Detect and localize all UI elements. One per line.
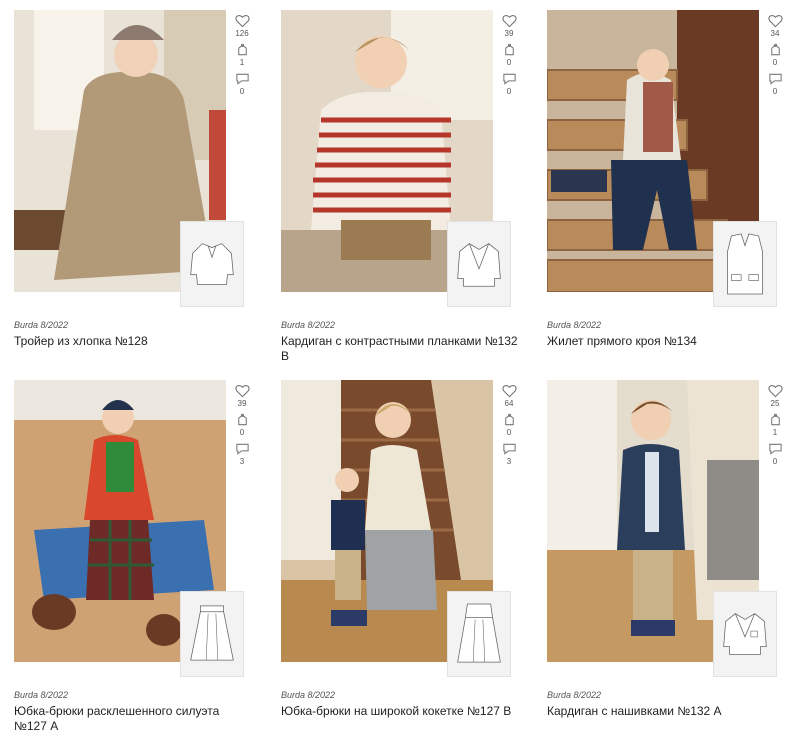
like-count: 39 (237, 399, 247, 408)
stats-column: 39 0 0 (499, 14, 519, 101)
comment-count: 0 (239, 87, 245, 96)
culottes-sketch-icon (190, 605, 234, 661)
pattern-title-link[interactable]: Жилет прямого кроя №134 (547, 334, 787, 349)
comment-count: 3 (239, 457, 245, 466)
stats-column: 126 1 0 (232, 14, 252, 101)
like-stat: 39 (232, 384, 252, 409)
pattern-sketch[interactable] (713, 591, 777, 677)
comment-stat: 3 (232, 442, 252, 467)
heart-icon[interactable] (767, 14, 783, 28)
pattern-card[interactable]: 39 0 3 Burda 8/2022 Юбка-брюки расклешен… (14, 380, 260, 740)
save-stat: 0 (499, 413, 519, 438)
magazine-source: Burda 8/2022 (14, 320, 69, 330)
heart-icon[interactable] (234, 384, 250, 398)
card-meta: Burda 8/2022 Жилет прямого кроя №134 (547, 320, 787, 349)
pattern-card[interactable]: 34 0 0 Burda 8/2022 Жилет прямого кроя №… (547, 10, 793, 370)
save-count: 0 (239, 428, 245, 437)
heart-icon[interactable] (234, 14, 250, 28)
card-meta: Burda 8/2022 Юбка-брюки расклешенного си… (14, 690, 254, 734)
card-meta: Burda 8/2022 Юбка-брюки на широкой кокет… (281, 690, 521, 719)
pattern-card[interactable]: 39 0 0 Burda 8/2022 Кардиган с контрастн… (281, 10, 527, 370)
cardigan-sketch-icon (457, 243, 501, 287)
like-count: 34 (770, 29, 780, 38)
hanger-icon[interactable] (768, 43, 783, 57)
pattern-title-link[interactable]: Кардиган с контрастными планками №132 B (281, 334, 521, 364)
pattern-sketch[interactable] (180, 591, 244, 677)
save-count: 0 (772, 58, 778, 67)
save-stat: 0 (765, 43, 785, 68)
card-meta: Burda 8/2022 Кардиган с контрастными пла… (281, 320, 521, 364)
save-count: 1 (239, 58, 245, 67)
comment-icon[interactable] (502, 442, 517, 456)
comment-count: 0 (772, 87, 778, 96)
cardigan-patches-sketch-icon (723, 613, 767, 655)
comment-icon[interactable] (235, 442, 250, 456)
stats-column: 39 0 3 (232, 384, 252, 471)
heart-icon[interactable] (767, 384, 783, 398)
stats-column: 34 0 0 (765, 14, 785, 101)
hanger-icon[interactable] (235, 413, 250, 427)
like-stat: 25 (765, 384, 785, 409)
comment-icon[interactable] (768, 72, 783, 86)
hanger-icon[interactable] (235, 43, 250, 57)
save-count: 1 (772, 428, 778, 437)
magazine-source: Burda 8/2022 (281, 320, 336, 330)
stats-column: 64 0 3 (499, 384, 519, 471)
hanger-icon[interactable] (502, 43, 517, 57)
magazine-source: Burda 8/2022 (547, 320, 602, 330)
comment-icon[interactable] (768, 442, 783, 456)
comment-icon[interactable] (235, 72, 250, 86)
comment-count: 0 (506, 87, 512, 96)
magazine-source: Burda 8/2022 (14, 690, 69, 700)
like-stat: 126 (232, 14, 252, 39)
pattern-card[interactable]: 126 1 0 Burda 8/2022 Тройер из хлопка №1… (14, 10, 260, 370)
comment-stat: 0 (499, 72, 519, 97)
tunic-sketch-icon (190, 243, 234, 285)
hanger-icon[interactable] (768, 413, 783, 427)
comment-icon[interactable] (502, 72, 517, 86)
magazine-source: Burda 8/2022 (547, 690, 602, 700)
pattern-sketch[interactable] (447, 221, 511, 307)
heart-icon[interactable] (501, 384, 517, 398)
comment-count: 0 (772, 457, 778, 466)
comment-stat: 0 (232, 72, 252, 97)
pattern-card[interactable]: 64 0 3 Burda 8/2022 Юбка-брюки на широко… (281, 380, 527, 740)
save-stat: 0 (499, 43, 519, 68)
save-stat: 1 (765, 413, 785, 438)
hanger-icon[interactable] (502, 413, 517, 427)
pattern-card[interactable]: 25 1 0 Burda 8/2022 Кардиган с нашивками… (547, 380, 793, 740)
like-stat: 39 (499, 14, 519, 39)
like-count: 126 (235, 29, 249, 38)
save-stat: 1 (232, 43, 252, 68)
card-meta: Burda 8/2022 Кардиган с нашивками №132 A (547, 690, 787, 719)
save-count: 0 (506, 428, 512, 437)
like-count: 64 (504, 399, 514, 408)
card-meta: Burda 8/2022 Тройер из хлопка №128 (14, 320, 254, 349)
magazine-source: Burda 8/2022 (281, 690, 336, 700)
comment-stat: 3 (499, 442, 519, 467)
pattern-title-link[interactable]: Юбка-брюки на широкой кокетке №127 B (281, 704, 521, 719)
stats-column: 25 1 0 (765, 384, 785, 471)
pattern-sketch[interactable] (180, 221, 244, 307)
vest-sketch-icon (727, 233, 763, 295)
pattern-title-link[interactable]: Тройер из хлопка №128 (14, 334, 254, 349)
comment-count: 3 (506, 457, 512, 466)
heart-icon[interactable] (501, 14, 517, 28)
save-count: 0 (506, 58, 512, 67)
pattern-sketch[interactable] (447, 591, 511, 677)
like-count: 39 (504, 29, 514, 38)
pattern-title-link[interactable]: Юбка-брюки расклешенного силуэта №127 A (14, 704, 254, 734)
like-stat: 34 (765, 14, 785, 39)
like-count: 25 (770, 399, 780, 408)
pattern-title-link[interactable]: Кардиган с нашивками №132 A (547, 704, 787, 719)
pattern-sketch[interactable] (713, 221, 777, 307)
comment-stat: 0 (765, 442, 785, 467)
culottes-yoke-sketch-icon (457, 603, 501, 663)
save-stat: 0 (232, 413, 252, 438)
comment-stat: 0 (765, 72, 785, 97)
like-stat: 64 (499, 384, 519, 409)
